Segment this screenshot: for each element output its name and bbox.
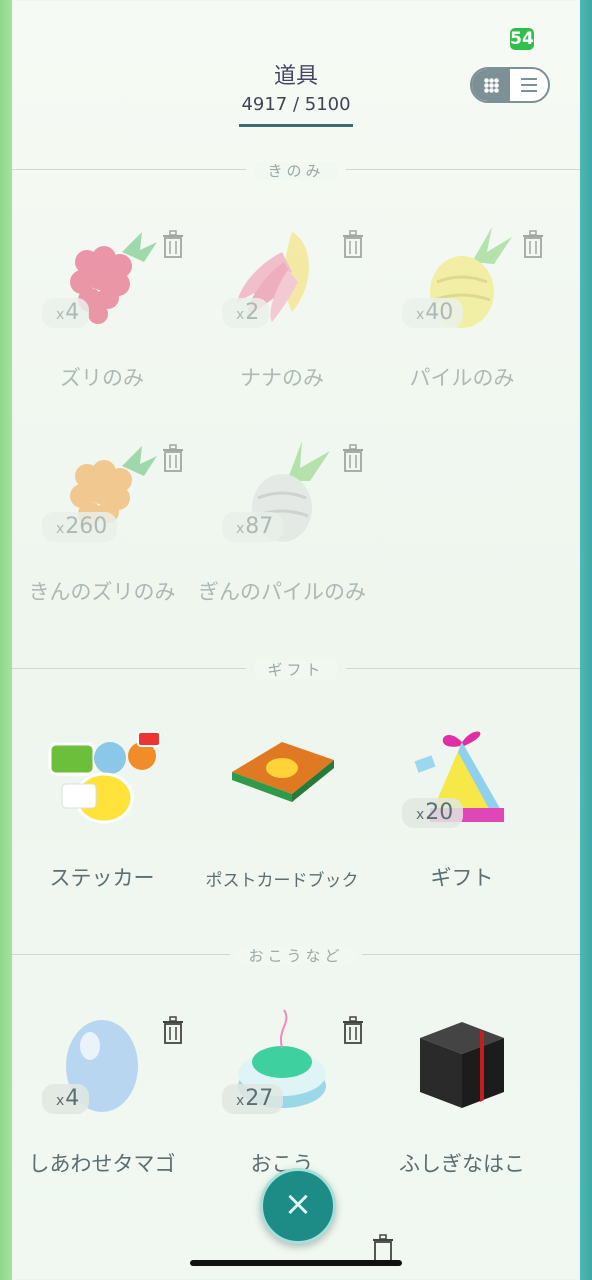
item-postcard-book[interactable]: ポストカードブック bbox=[192, 722, 372, 922]
item-quantity: x260 bbox=[42, 512, 118, 542]
list-view-button[interactable] bbox=[510, 69, 548, 101]
item-name: パイルのみ bbox=[409, 366, 515, 390]
item-name: きんのズリのみ bbox=[28, 580, 176, 604]
item-name: ズリのみ bbox=[60, 366, 144, 390]
trash-icon[interactable] bbox=[522, 230, 544, 258]
mystery-box-icon bbox=[420, 1022, 504, 1108]
list-icon bbox=[521, 78, 537, 92]
home-indicator[interactable] bbox=[190, 1260, 402, 1266]
item-gift[interactable]: x20 ギフト bbox=[372, 722, 552, 922]
item-sticker[interactable]: ステッカー bbox=[12, 722, 192, 922]
trash-icon[interactable] bbox=[342, 1016, 364, 1044]
item-quantity: x2 bbox=[222, 298, 270, 328]
section-label: ギフト bbox=[255, 661, 337, 679]
item-name: ギフト bbox=[430, 866, 494, 890]
item-name: しあわせタマゴ bbox=[28, 1152, 176, 1176]
item-quantity: x4 bbox=[42, 298, 90, 328]
trash-icon[interactable] bbox=[162, 230, 184, 258]
trash-icon[interactable] bbox=[372, 1234, 394, 1262]
section-header-berries: きのみ bbox=[12, 160, 580, 180]
sticker-icon bbox=[48, 731, 161, 824]
item-golden-razz-berry[interactable]: x260 きんのズリのみ bbox=[12, 436, 192, 636]
item-name: ふしぎなはこ bbox=[399, 1152, 525, 1176]
section-label: おこうなど bbox=[236, 947, 356, 965]
item-name: ナナのみ bbox=[240, 366, 324, 390]
grid-view-button[interactable] bbox=[472, 69, 510, 101]
section-label: きのみ bbox=[255, 162, 337, 180]
battery-indicator: 54 bbox=[510, 28, 534, 50]
postcard-book-icon bbox=[232, 742, 334, 802]
close-button[interactable]: × bbox=[260, 1168, 336, 1244]
item-mystery-box[interactable]: ふしぎなはこ bbox=[372, 1008, 552, 1208]
item-nanab-berry[interactable]: x2 ナナのみ bbox=[192, 222, 372, 422]
close-icon: × bbox=[283, 1184, 313, 1224]
item-quantity: x20 bbox=[402, 798, 464, 828]
item-lucky-egg[interactable]: x4 しあわせタマゴ bbox=[12, 1008, 192, 1208]
section-header-incense: おこうなど bbox=[12, 945, 580, 965]
item-quantity: x87 bbox=[222, 512, 284, 542]
item-quantity: x40 bbox=[402, 298, 464, 328]
trash-icon[interactable] bbox=[162, 1016, 184, 1044]
section-header-gifts: ギフト bbox=[12, 659, 580, 679]
item-quantity: x4 bbox=[42, 1084, 90, 1114]
item-name: ステッカー bbox=[49, 866, 155, 890]
item-pinap-berry[interactable]: x40 パイルのみ bbox=[372, 222, 552, 422]
grid-icon bbox=[484, 78, 499, 93]
trash-icon[interactable] bbox=[162, 444, 184, 472]
title-underline bbox=[239, 124, 353, 127]
view-toggle[interactable] bbox=[470, 67, 550, 103]
trash-icon[interactable] bbox=[342, 444, 364, 472]
item-razz-berry[interactable]: x4 ズリのみ bbox=[12, 222, 192, 422]
item-silver-pinap-berry[interactable]: x87 ぎんのパイルのみ bbox=[192, 436, 372, 636]
item-name: ぎんのパイルのみ bbox=[198, 580, 366, 604]
trash-icon[interactable] bbox=[342, 230, 364, 258]
item-quantity: x27 bbox=[222, 1084, 284, 1114]
item-name: ポストカードブック bbox=[205, 871, 359, 891]
